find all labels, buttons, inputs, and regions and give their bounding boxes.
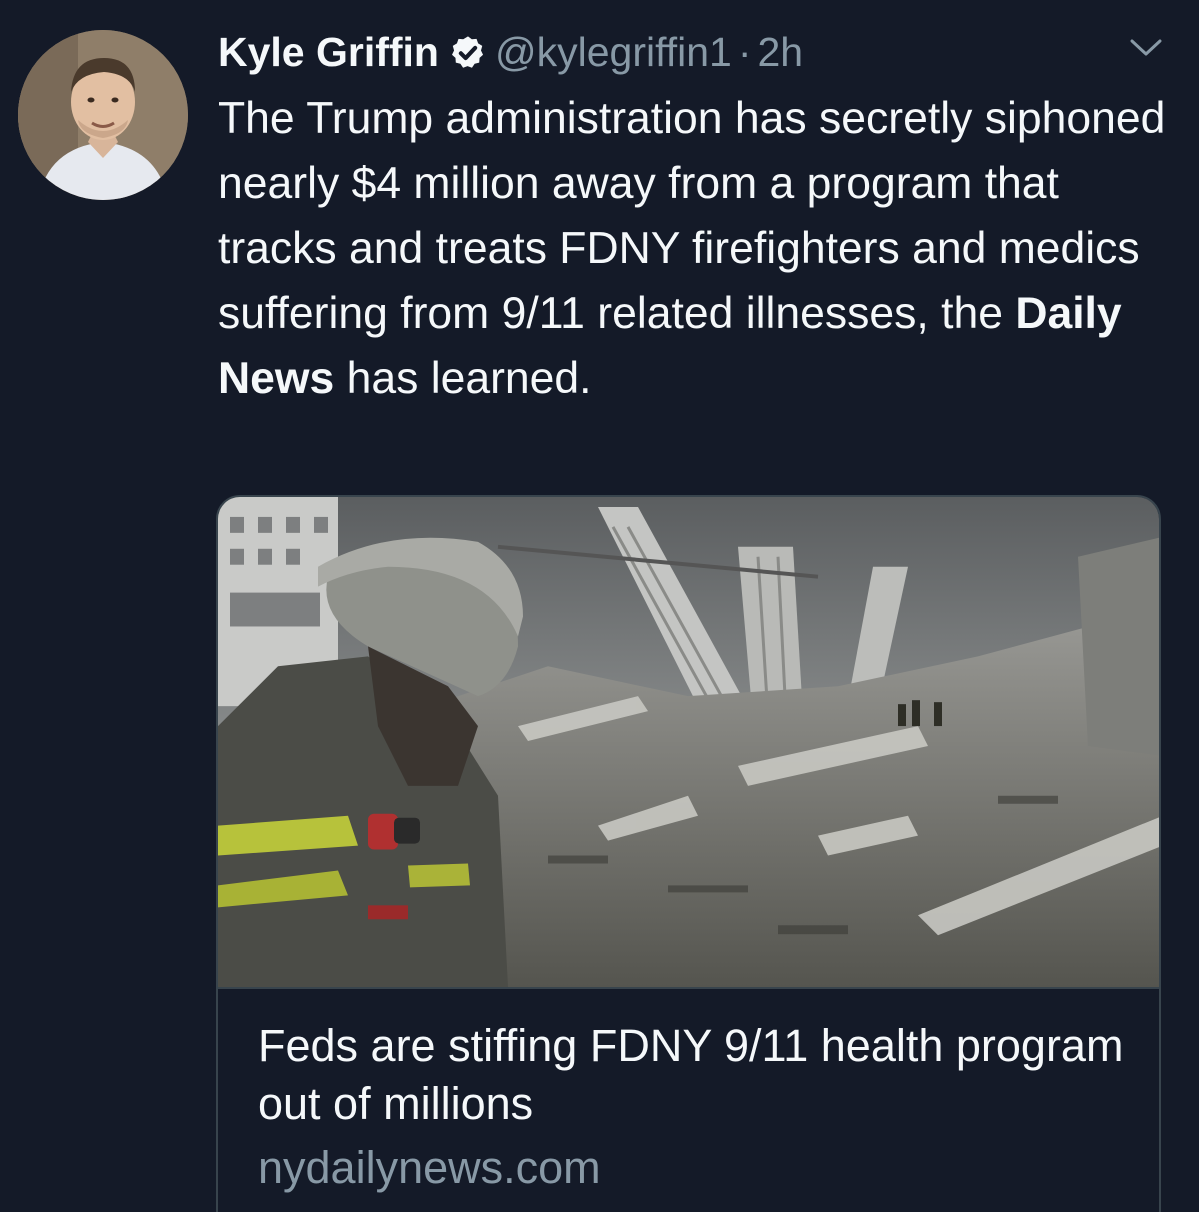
firefighter-ruins-photo bbox=[218, 497, 1159, 987]
tweet-header: Kyle Griffin @kylegriffin1 · 2h bbox=[218, 28, 803, 78]
tweet-text: The Trump administration has secretly si… bbox=[218, 86, 1178, 411]
tweet[interactable]: Kyle Griffin @kylegriffin1 · 2h The Trum… bbox=[0, 0, 1199, 1212]
avatar-image bbox=[18, 30, 188, 200]
verified-badge-icon bbox=[449, 34, 487, 72]
card-title[interactable]: Feds are stiffing FDNY 9/11 health progr… bbox=[258, 1017, 1138, 1133]
timestamp[interactable]: 2h bbox=[758, 29, 804, 76]
link-preview-card[interactable]: Feds are stiffing FDNY 9/11 health progr… bbox=[216, 495, 1161, 1212]
card-image[interactable] bbox=[218, 497, 1159, 989]
separator-dot: · bbox=[737, 29, 752, 75]
tweet-text-part2: has learned. bbox=[334, 354, 592, 403]
chevron-down-icon[interactable] bbox=[1126, 32, 1166, 62]
author-handle[interactable]: @kylegriffin1 bbox=[495, 29, 732, 76]
card-domain[interactable]: nydailynews.com bbox=[258, 1139, 601, 1197]
author-name[interactable]: Kyle Griffin bbox=[218, 29, 439, 76]
avatar[interactable] bbox=[18, 30, 188, 200]
